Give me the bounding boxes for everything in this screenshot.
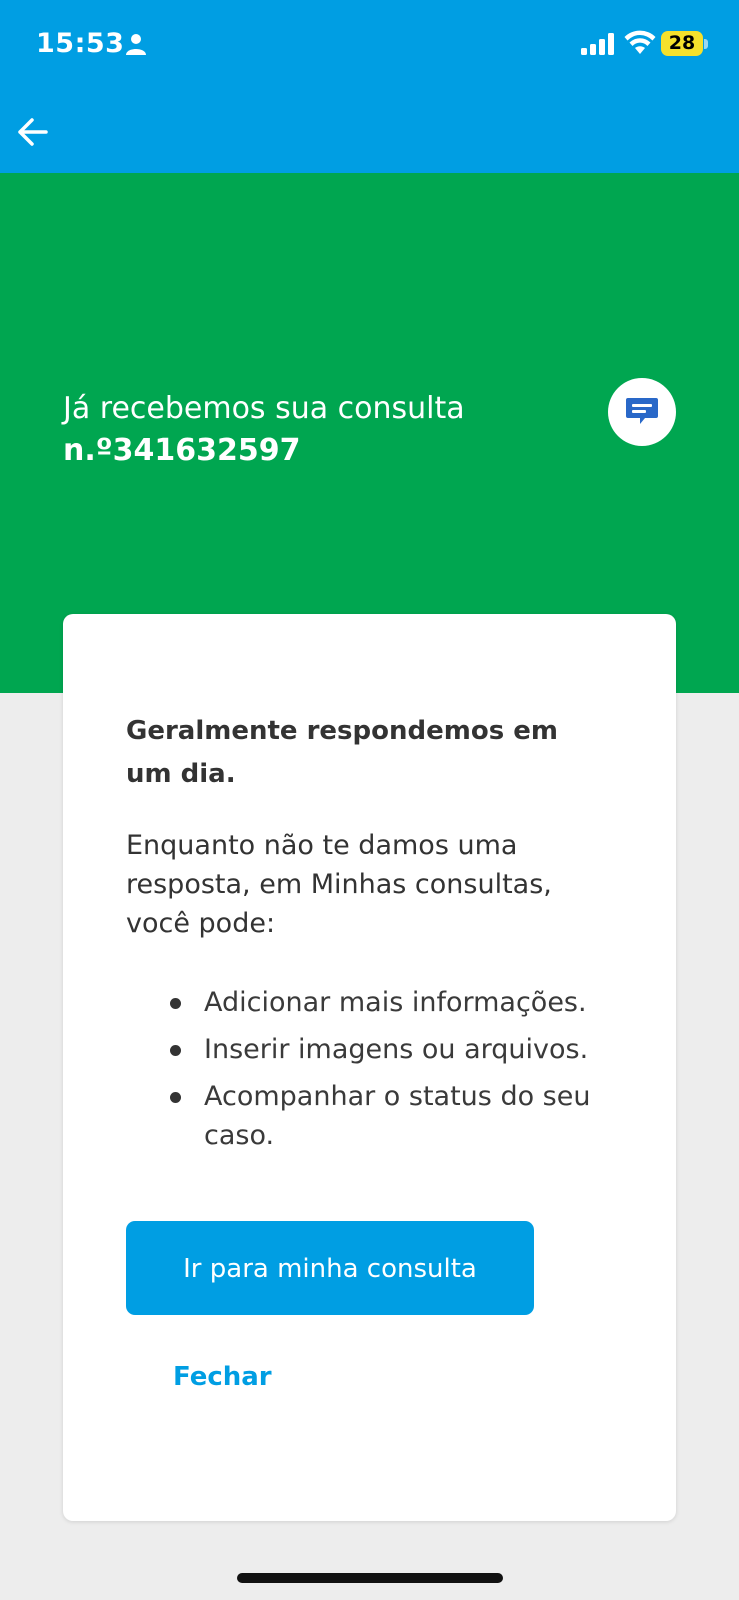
go-to-consultation-button[interactable]: Ir para minha consulta — [126, 1221, 534, 1315]
list-item: Adicionar mais informações. — [126, 983, 606, 1022]
intro-text: Enquanto não te damos uma resposta, em M… — [126, 830, 552, 939]
list-item: Inserir imagens ou arquivos. — [126, 1030, 606, 1069]
wifi-icon — [624, 30, 656, 54]
battery-icon: 28 — [661, 31, 703, 56]
bullet-dot — [170, 1092, 181, 1103]
status-bar: 15:53 28 — [0, 0, 739, 90]
chat-message-icon — [626, 398, 658, 424]
battery-cap — [704, 39, 708, 49]
chat-badge — [608, 378, 676, 446]
list-item-text: Adicionar mais informações. — [204, 987, 587, 1018]
confirmation-title-text: Já recebemos sua consulta — [63, 391, 465, 426]
top-app-bar: 15:53 28 — [0, 0, 739, 173]
back-button[interactable] — [12, 112, 52, 152]
arrow-left-icon — [18, 118, 48, 146]
cellular-signal-icon — [581, 33, 614, 55]
options-list: Adicionar mais informações. Inserir imag… — [126, 983, 606, 1163]
list-item: Acompanhar o status do seu caso. — [126, 1077, 606, 1155]
close-button[interactable]: Fechar — [173, 1362, 272, 1392]
person-icon — [126, 34, 146, 55]
info-card: Geralmente respondemos em um dia. Enquan… — [63, 614, 676, 1521]
response-time-headline: Geralmente respondemos em um dia. — [126, 716, 558, 789]
bullet-dot — [170, 1045, 181, 1056]
list-item-text: Acompanhar o status do seu caso. — [204, 1081, 591, 1151]
home-indicator[interactable] — [237, 1573, 503, 1583]
battery-level: 28 — [668, 32, 696, 54]
confirmation-title: Já recebemos sua consulta n.º341632597 — [63, 388, 523, 472]
status-time: 15:53 — [36, 28, 125, 59]
list-item-text: Inserir imagens ou arquivos. — [204, 1034, 589, 1065]
bullet-dot — [170, 998, 181, 1009]
consultation-number: n.º341632597 — [63, 433, 301, 468]
